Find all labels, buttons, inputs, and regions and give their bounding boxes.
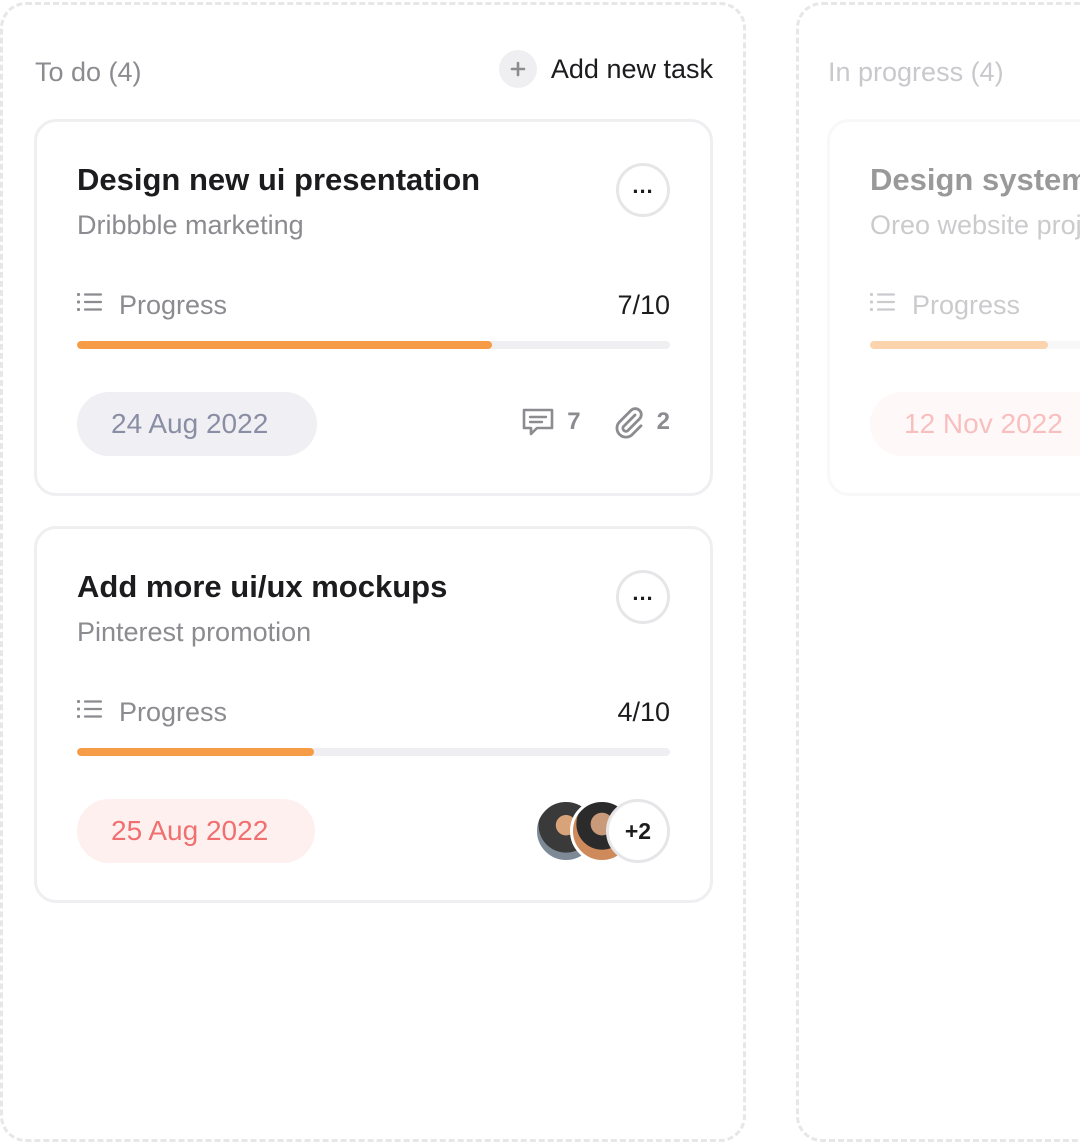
task-project: Dribbble marketing [77,210,304,240]
due-date-badge: 12 Nov 2022 [870,392,1080,456]
task-title: Add more ui/ux mockups [77,569,448,604]
list-icon [77,293,103,311]
more-dots-icon: ... [632,173,654,198]
progress-bar [77,748,670,756]
due-date-badge: 24 Aug 2022 [77,392,317,456]
due-date-badge: 25 Aug 2022 [77,799,315,863]
assignees: +2 [534,799,670,863]
plus-icon [498,50,537,88]
progress-label: Progress [119,289,228,320]
progress-bar-fill [77,748,315,756]
more-options-button[interactable]: ... [616,163,670,217]
progress-bar-fill [77,341,493,349]
progress-row: Progress [870,288,1080,322]
progress-label: Progress [119,696,228,727]
task-project: Oreo website project [870,210,1080,240]
task-card[interactable]: Design system Oreo website project Progr… [827,119,1080,496]
task-meta: 7 2 [521,405,670,439]
add-new-task-button[interactable]: Add new task [498,50,713,88]
task-project: Pinterest promotion [77,617,312,647]
list-icon [77,700,103,718]
progress-bar-fill [870,341,1048,349]
column-title: In progress (4) [828,57,1004,87]
comments-number: 7 [567,408,581,435]
progress-count: 7/10 [617,289,670,320]
more-options-button[interactable]: ... [616,570,670,624]
comments-count[interactable]: 7 [521,407,581,437]
progress-row: Progress 4/10 [77,695,670,729]
list-icon [870,293,896,311]
more-dots-icon: ... [632,580,654,605]
more-assignees-badge[interactable]: +2 [606,799,670,863]
column-title: To do (4) [35,57,142,87]
paperclip-icon [615,407,643,439]
add-new-task-label: Add new task [550,53,713,84]
progress-bar [870,341,1080,349]
progress-label: Progress [912,289,1021,320]
task-title: Design system [870,162,1080,197]
task-card[interactable]: Add more ui/ux mockups Pinterest promoti… [34,526,713,903]
progress-row: Progress 7/10 [77,288,670,322]
task-card[interactable]: Design new ui presentation Dribbble mark… [34,119,713,496]
attachments-number: 2 [656,408,670,435]
comment-icon [522,408,554,436]
progress-count: 4/10 [617,696,670,727]
attachments-count[interactable]: 2 [611,405,670,439]
progress-bar [77,341,670,349]
task-title: Design new ui presentation [77,162,481,197]
